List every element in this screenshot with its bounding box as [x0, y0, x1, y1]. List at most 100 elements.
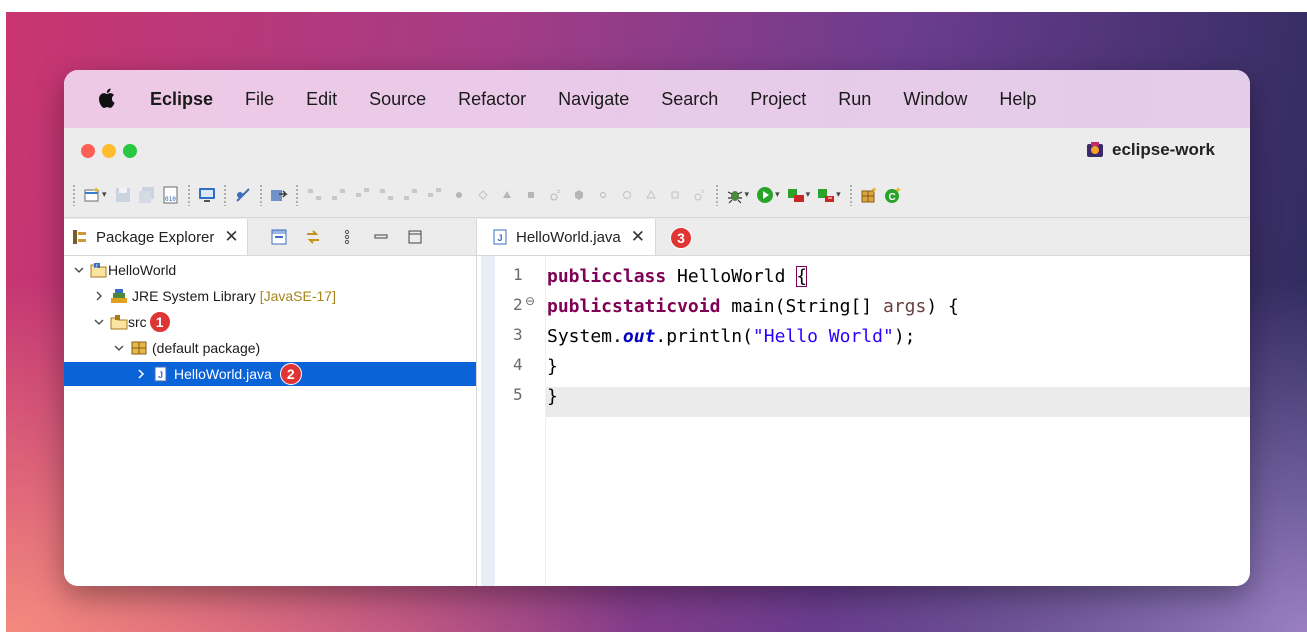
annotation-nav-icon[interactable] [354, 186, 372, 204]
tab-helloworld-java[interactable]: J HelloWorld.java ✕ [477, 219, 657, 255]
outline-triangle-icon[interactable] [642, 186, 660, 204]
close-tab-icon[interactable]: ✕ [224, 227, 238, 247]
menu-file[interactable]: File [245, 89, 274, 110]
close-tab-icon[interactable]: ✕ [631, 227, 645, 247]
outline-superscript-icon[interactable]: 5 [690, 186, 708, 204]
menu-navigate[interactable]: Navigate [558, 89, 629, 110]
chevron-down-icon[interactable] [114, 343, 124, 353]
save-icon[interactable] [114, 186, 132, 204]
open-type-icon[interactable] [270, 186, 288, 204]
circle-shape-icon[interactable] [450, 186, 468, 204]
square-shape-icon[interactable] [522, 186, 540, 204]
maximize-view-icon[interactable] [406, 228, 424, 246]
skip-breakpoints-icon[interactable] [234, 186, 252, 204]
menu-eclipse[interactable]: Eclipse [150, 89, 213, 110]
current-line-highlight [545, 387, 1250, 417]
superscript-shape-icon[interactable]: 5 [546, 186, 564, 204]
fold-collapse-icon[interactable]: ⊖ [525, 294, 535, 308]
line-number: 1 [513, 265, 523, 284]
menu-edit[interactable]: Edit [306, 89, 337, 110]
diamond-shape-icon[interactable] [474, 186, 492, 204]
title-bar: eclipse-work [64, 128, 1250, 172]
tree-item-default-package[interactable]: (default package) [64, 336, 476, 360]
code-text: ); [893, 325, 916, 347]
tree-item-helloworld-java[interactable]: J HelloWorld.java 2 [64, 362, 476, 386]
annotation-nav-icon[interactable] [378, 186, 396, 204]
menu-window[interactable]: Window [903, 89, 967, 110]
svg-text:5: 5 [557, 189, 561, 195]
toolbar-separator [849, 183, 852, 206]
code-line[interactable]: public class HelloWorld { [547, 261, 808, 291]
code-keyword: static [612, 295, 678, 317]
library-icon [111, 289, 127, 303]
gutter-divider [545, 256, 546, 586]
view-toolbar [262, 228, 432, 246]
tree-item-src-folder[interactable]: src 1 [64, 310, 476, 334]
tab-package-explorer[interactable]: Package Explorer ✕ [64, 219, 248, 255]
external-tools-dropdown-icon[interactable]: ▾ [836, 189, 841, 200]
external-tools-icon[interactable] [817, 186, 835, 204]
small-circle-icon[interactable] [594, 186, 612, 204]
chevron-right-icon[interactable] [94, 291, 104, 301]
toolbar-separator [223, 183, 226, 206]
code-keyword: void [677, 295, 721, 317]
collapse-all-icon[interactable] [270, 228, 288, 246]
menu-project[interactable]: Project [750, 89, 806, 110]
minimize-window-button[interactable] [102, 144, 116, 158]
link-with-editor-icon[interactable] [304, 228, 322, 246]
java-project-icon: J [90, 263, 107, 278]
tree-item-label: JRE System Library [132, 288, 256, 304]
triangle-shape-icon[interactable] [498, 186, 516, 204]
annotation-nav-icon[interactable] [306, 186, 324, 204]
code-line[interactable]: } [547, 381, 558, 411]
close-window-button[interactable] [81, 144, 95, 158]
line-number: 5 [513, 385, 523, 404]
menu-search[interactable]: Search [661, 89, 718, 110]
new-dropdown-icon[interactable]: ▾ [102, 189, 107, 200]
tree-item-jre-library[interactable]: JRE System Library [JavaSE-17] [64, 284, 476, 308]
zoom-window-button[interactable] [123, 144, 137, 158]
chevron-right-icon[interactable] [136, 369, 146, 379]
menu-help[interactable]: Help [999, 89, 1036, 110]
new-java-class-icon[interactable]: C [884, 186, 902, 204]
code-line[interactable]: System. out .println("Hello World"); [547, 321, 916, 351]
menu-run[interactable]: Run [838, 89, 871, 110]
toolbar-separator [73, 183, 75, 206]
annotation-nav-icon[interactable] [426, 186, 444, 204]
menu-source[interactable]: Source [369, 89, 426, 110]
terminal-icon[interactable] [198, 186, 216, 204]
tree-item-helloworld-project[interactable]: J HelloWorld [64, 258, 476, 282]
binary-file-icon[interactable]: 010 [162, 186, 180, 204]
annotation-nav-icon[interactable] [402, 186, 420, 204]
line-number: 3 [513, 325, 523, 344]
run-dropdown-icon[interactable]: ▾ [775, 189, 780, 200]
code-keyword: public [547, 295, 613, 317]
apple-logo-icon[interactable] [96, 87, 116, 109]
debug-dropdown-icon[interactable]: ▾ [745, 189, 750, 200]
code-line[interactable]: public static void main(String[] args) { [547, 291, 959, 321]
menu-bar: Eclipse File Edit Source Refactor Naviga… [64, 70, 1250, 128]
ring-icon[interactable] [618, 186, 636, 204]
chevron-down-icon[interactable] [74, 265, 84, 275]
new-wizard-icon[interactable] [83, 186, 101, 204]
coverage-icon[interactable] [787, 186, 805, 204]
menu-refactor[interactable]: Refactor [458, 89, 526, 110]
chevron-down-icon[interactable] [94, 317, 104, 327]
debug-icon[interactable] [726, 186, 744, 204]
code-keyword: public [547, 265, 613, 287]
tab-helloworld-java-label: HelloWorld.java [516, 228, 621, 246]
annotation-nav-icon[interactable] [330, 186, 348, 204]
view-menu-icon[interactable] [338, 228, 356, 246]
code-line[interactable]: } [547, 351, 558, 381]
minimize-view-icon[interactable] [372, 228, 390, 246]
save-all-icon[interactable] [138, 186, 156, 204]
coverage-dropdown-icon[interactable]: ▾ [806, 189, 811, 200]
outline-square-icon[interactable] [666, 186, 684, 204]
tree-item-label: (default package) [152, 340, 261, 356]
java-editor: J HelloWorld.java ✕ 3 1 2 ⊖ 3 4 5 public… [477, 219, 1250, 586]
new-java-package-icon[interactable] [860, 186, 878, 204]
hexagon-shape-icon[interactable] [570, 186, 588, 204]
run-icon[interactable] [756, 186, 774, 204]
code-string: "Hello World" [752, 325, 894, 347]
package-explorer-icon [73, 230, 86, 244]
